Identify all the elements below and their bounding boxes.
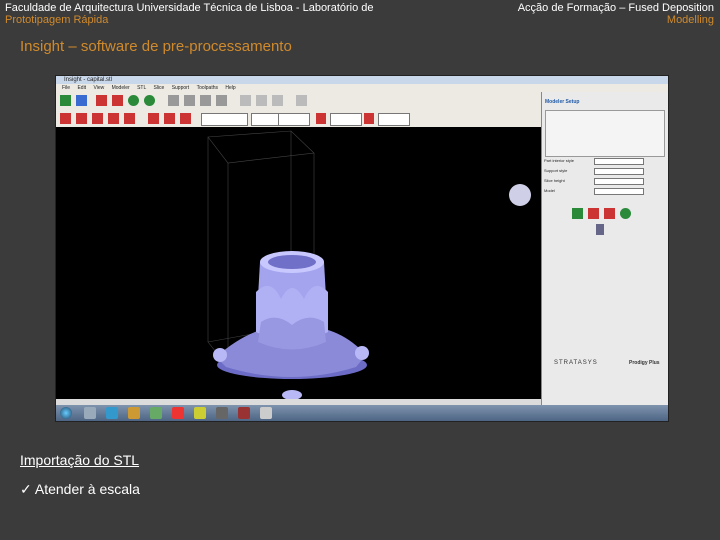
window-title: Insight - capital.stl: [64, 77, 113, 83]
pan-icon: [216, 95, 227, 106]
field-label-4: Model: [544, 188, 555, 193]
ie-icon: [106, 407, 118, 419]
bullet-item: ✓ Atender à escala: [20, 481, 140, 498]
axis-z-icon: [272, 95, 283, 106]
machine-info-box: [545, 110, 665, 157]
3d-viewport: [56, 127, 541, 399]
link-icon: [164, 113, 175, 124]
stripe-icon: [316, 113, 326, 124]
model-preview: [207, 130, 531, 399]
part-interior-select: [594, 158, 644, 165]
field-label-2: Support style: [544, 168, 568, 173]
brand-logo: STRATASYS: [554, 360, 598, 366]
stripe-icon-2: [364, 113, 374, 124]
toolbar-top: [56, 92, 541, 111]
value-field-5: [378, 113, 410, 126]
menu-help: Help: [225, 85, 236, 91]
panel-support-icon: [604, 208, 615, 219]
support-icon: [112, 95, 123, 106]
header-left: Faculdade de Arquitectura Universidade T…: [5, 2, 385, 26]
window-titlebar: Insight - capital.stl: [56, 76, 668, 84]
fill-icon: [124, 113, 135, 124]
header-right-line1: Acção de Formação – Fused Deposition: [517, 2, 714, 14]
menu-stl: STL: [137, 85, 147, 91]
panel-title: Modeler Setup: [545, 99, 580, 105]
panel-open-icon: [572, 208, 583, 219]
chrome-icon: [172, 407, 184, 419]
panel-device-icon: [596, 224, 604, 235]
offset-icon: [92, 113, 103, 124]
value-field-3: [278, 113, 310, 126]
toolpath-icon: [108, 113, 119, 124]
slide-title: Insight – software de pre-processamento: [20, 38, 292, 55]
menu-file: File: [62, 85, 71, 91]
value-field-4: [330, 113, 362, 126]
app-icon-2: [238, 407, 250, 419]
caption-import-stl: Importação do STL: [20, 452, 140, 468]
field-label-1: Part interior style: [544, 158, 575, 163]
slice-height-select: [594, 178, 644, 185]
bullet-text: Atender à escala: [34, 481, 140, 497]
header-right: Acção de Formação – Fused Deposition Mod…: [454, 2, 714, 26]
menu-edit: Edit: [77, 85, 87, 91]
model-select: [594, 188, 644, 195]
explorer-icon: [84, 407, 96, 419]
curve-icon: [76, 113, 87, 124]
header-left-line2: Prototipagem Rápida: [5, 14, 109, 26]
zoom-in-icon: [184, 95, 195, 106]
value-field-1: [201, 113, 248, 126]
windows-taskbar: [56, 405, 668, 421]
zoom-icon: [168, 95, 179, 106]
menu-view: View: [93, 85, 105, 91]
zoom-out-icon: [200, 95, 211, 106]
panel-layer-icon: [588, 208, 599, 219]
globe-icon: [128, 95, 139, 106]
edit-curve-icon: [148, 113, 159, 124]
front-view-icon: [296, 95, 307, 106]
start-icon: [60, 407, 72, 419]
menu-slice: Slice: [153, 85, 165, 91]
support-style-select: [594, 168, 644, 175]
slice-icon: [96, 95, 107, 106]
media-icon: [150, 407, 162, 419]
folder-icon: [128, 407, 140, 419]
checkmark-icon: ✓: [20, 481, 32, 497]
panel-grid-icon: [620, 208, 631, 219]
axis-x-icon: [240, 95, 251, 106]
delete-icon: [180, 113, 191, 124]
modeler-setup-panel: Modeler Setup Part interior style Suppor…: [541, 92, 668, 405]
menu-modeler: Modeler: [111, 85, 130, 91]
menu-toolpaths: Toolpaths: [196, 85, 218, 91]
product-name: Prodigy Plus: [629, 360, 660, 366]
insight-app-icon: [260, 407, 272, 419]
header-right-line2: Modelling: [666, 14, 714, 26]
grid-icon: [144, 95, 155, 106]
files-icon: [194, 407, 206, 419]
toolbar-bottom: [56, 110, 541, 128]
field-label-3: Slice height: [544, 178, 565, 183]
software-screenshot: Insight - capital.stl File Edit View Mod…: [55, 75, 669, 422]
app-icon-1: [216, 407, 228, 419]
axis-y-icon: [256, 95, 267, 106]
save-icon: [76, 95, 87, 106]
header-left-line1: Faculdade de Arquitectura Universidade T…: [5, 2, 374, 14]
menu-bar: File Edit View Modeler STL Slice Support…: [56, 84, 668, 92]
layer-icon: [60, 113, 71, 124]
menu-support: Support: [171, 85, 190, 91]
open-icon: [60, 95, 71, 106]
